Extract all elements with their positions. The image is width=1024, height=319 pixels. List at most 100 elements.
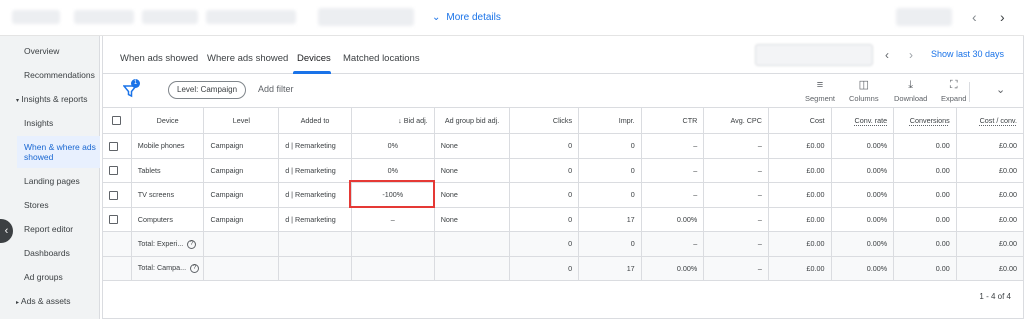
column-header-impr[interactable]: Impr. xyxy=(578,107,642,134)
table-header-row: Device Level Added to ↓ Bid adj. Ad grou… xyxy=(103,107,1023,134)
table-row[interactable]: Tablets Campaign d | Remarketing 0% None 0 0– –… xyxy=(103,158,1023,183)
total-cell: 0 xyxy=(509,231,580,257)
empty-cell xyxy=(434,231,511,257)
download-label: Download xyxy=(894,94,928,103)
help-icon[interactable]: ? xyxy=(190,264,200,274)
chevron-left-icon[interactable]: ‹ xyxy=(885,48,889,62)
table-row[interactable]: Computers Campaign d | Remarketing – None 0 17… xyxy=(103,207,1023,232)
level-filter-chip[interactable]: Level: Campaign xyxy=(168,81,247,99)
sidebar-item-report-editor[interactable]: Report editor xyxy=(24,224,73,234)
chevron-down-icon: ⌄ xyxy=(432,12,441,23)
show-last-30-days-link[interactable]: Show last 30 days xyxy=(931,49,1004,59)
total-cell: – xyxy=(703,231,769,257)
column-header-clicks[interactable]: Clicks xyxy=(509,107,580,134)
tab-matched-locations[interactable]: Matched locations xyxy=(343,53,420,64)
tab-where-ads-showed[interactable]: Where ads showed xyxy=(207,53,288,64)
total-cell: £0.00 xyxy=(768,231,832,257)
table-cell: 0 xyxy=(509,207,580,232)
column-header-conv-rate[interactable]: Conv. rate xyxy=(831,107,895,134)
columns-icon: ◫ xyxy=(858,79,869,91)
chevron-left-icon[interactable]: ‹ xyxy=(972,9,977,25)
table-cell[interactable]: – xyxy=(351,207,435,232)
sidebar-group-insights-reports[interactable]: ▾ Insights & reports xyxy=(16,94,88,106)
table-cell: £0.00 xyxy=(768,182,832,208)
chevron-right-icon[interactable]: › xyxy=(1000,9,1005,25)
total-cell: 0.00% xyxy=(831,231,895,257)
table-cell: £0.00 xyxy=(956,133,1023,159)
column-header-conversions-label: Conversions xyxy=(909,116,950,125)
column-header-cost-per-conv-label: Cost / conv. xyxy=(979,116,1017,125)
total-spacer-cell xyxy=(103,256,132,281)
table-cell: 0 xyxy=(578,133,642,159)
column-header-level[interactable]: Level xyxy=(203,107,280,134)
table-toolbar: 1 Level: Campaign Add filter ≡ Segment ◫… xyxy=(103,74,1023,107)
sidebar-group-ads-assets[interactable]: ▸ Ads & assets xyxy=(16,296,71,308)
table-cell: 0 xyxy=(509,133,580,159)
table-cell: None xyxy=(434,133,511,159)
table-cell: 0.00 xyxy=(893,182,957,208)
sidebar-item-when-where-ads-showed[interactable]: When & where ads showed xyxy=(17,136,100,168)
total-label-cell: Total: Campa...? xyxy=(131,256,205,281)
sidebar-item-ad-groups[interactable]: Ad groups xyxy=(24,272,63,282)
table-cell[interactable]: 0% xyxy=(351,158,435,183)
table-row[interactable]: TV screens Campaign d | Remarketing -100% No… xyxy=(103,182,1023,208)
table-row[interactable]: Mobile phones Campaign d | Remarketing 0% No… xyxy=(103,133,1023,159)
sidebar-item-insights[interactable]: Insights xyxy=(24,118,53,128)
download-button[interactable]: ⤓ Download xyxy=(894,79,927,103)
column-header-cost-per-conv[interactable]: Cost / conv. xyxy=(956,107,1023,134)
table-cell: £0.00 xyxy=(768,133,832,159)
sidebar-item-overview[interactable]: Overview xyxy=(24,46,59,56)
row-checkbox[interactable] xyxy=(103,182,132,208)
sidebar-item-landing-pages[interactable]: Landing pages xyxy=(24,176,80,186)
total-cell: – xyxy=(641,231,705,257)
column-header-added-to[interactable]: Added to xyxy=(278,107,352,134)
column-header-cost[interactable]: Cost xyxy=(768,107,832,134)
sidebar-item-dashboards[interactable]: Dashboards xyxy=(24,248,70,258)
table-cell: – xyxy=(641,158,705,183)
tab-when-ads-showed[interactable]: When ads showed xyxy=(120,53,198,64)
row-checkbox[interactable] xyxy=(103,133,132,159)
sidebar-item-stores[interactable]: Stores xyxy=(24,200,49,210)
sort-down-arrow-icon: ↓ xyxy=(398,116,402,125)
column-header-device[interactable]: Device xyxy=(131,107,205,134)
total-cell: 0 xyxy=(509,256,580,281)
table-cell: £0.00 xyxy=(768,207,832,232)
sidebar-group-label: Insights & reports xyxy=(21,94,88,104)
more-details-button[interactable]: ⌄ More details xyxy=(432,12,501,23)
columns-button[interactable]: ◫ Columns xyxy=(849,79,879,103)
table-cell: 0.00 xyxy=(893,133,957,159)
row-checkbox[interactable] xyxy=(103,207,132,232)
table-cell: d | Remarketing xyxy=(278,158,352,183)
table-cell: Campaign xyxy=(203,182,280,208)
tab-bar: When ads showed Where ads showed Devices… xyxy=(103,36,1023,74)
column-header-bid-adj[interactable]: ↓ Bid adj. xyxy=(351,107,435,134)
empty-cell xyxy=(203,231,280,257)
expand-button[interactable]: ⛶ Expand xyxy=(941,79,966,103)
total-cell: 0.00 xyxy=(893,231,957,257)
help-icon[interactable]: ? xyxy=(187,239,197,249)
table-cell: 0 xyxy=(578,182,642,208)
column-header-ctr[interactable]: CTR xyxy=(641,107,705,134)
empty-cell xyxy=(351,231,435,257)
table-cell: £0.00 xyxy=(768,158,832,183)
chevron-right-icon[interactable]: › xyxy=(909,48,913,62)
chevron-down-icon[interactable]: ⌄ xyxy=(996,83,1005,96)
segment-button[interactable]: ≡ Segment xyxy=(805,79,835,103)
top-bar: ⌄ More details ‹ › xyxy=(0,0,1024,36)
table-cell: d | Remarketing xyxy=(278,182,352,208)
column-header-avg-cpc[interactable]: Avg. CPC xyxy=(703,107,769,134)
table-cell: 17 xyxy=(578,207,642,232)
row-checkbox[interactable] xyxy=(103,158,132,183)
column-header-conversions[interactable]: Conversions xyxy=(893,107,957,134)
sidebar-item-recommendations[interactable]: Recommendations xyxy=(24,70,95,80)
column-header-ad-group-bid-adj[interactable]: Ad group bid adj. xyxy=(434,107,511,134)
table-cell: Campaign xyxy=(203,133,280,159)
segment-label: Segment xyxy=(805,94,836,103)
select-all-checkbox[interactable] xyxy=(103,107,132,134)
tab-devices[interactable]: Devices xyxy=(297,53,331,64)
blurred-date-range[interactable] xyxy=(755,44,873,66)
table-cell: d | Remarketing xyxy=(278,207,352,232)
table-cell[interactable]: 0% xyxy=(351,133,435,159)
devices-table: Device Level Added to ↓ Bid adj. Ad grou… xyxy=(103,107,1023,281)
add-filter-button[interactable]: Add filter xyxy=(258,84,294,94)
